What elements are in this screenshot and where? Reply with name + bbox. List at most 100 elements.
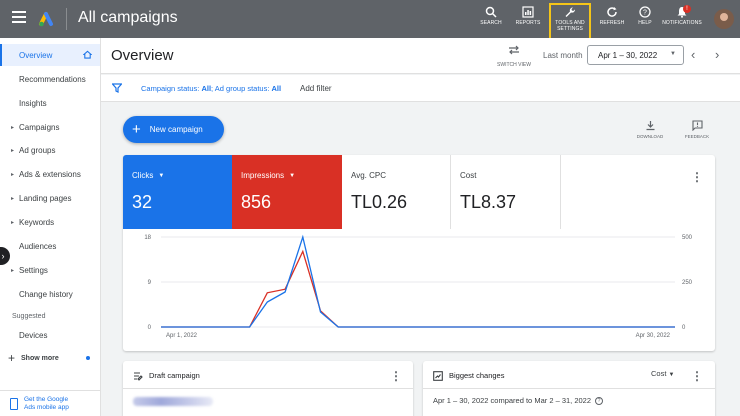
metric-cost[interactable]: Cost TL8.37: [451, 155, 561, 229]
metric-value: TL0.26: [351, 192, 408, 212]
draft-icon: [134, 372, 143, 381]
more-options-icon[interactable]: ⋮: [691, 171, 703, 183]
refresh-button[interactable]: REFRESH: [598, 6, 626, 34]
new-indicator-dot: [86, 356, 90, 360]
show-more-button[interactable]: + Show more: [8, 351, 59, 365]
mobile-app-line1: Get the Google: [24, 395, 69, 403]
page-title: Overview: [111, 47, 174, 64]
y-left-tick-label: 0: [148, 325, 152, 331]
sidebar-item-label: Ad groups: [19, 145, 56, 155]
new-campaign-button[interactable]: + New campaign: [123, 116, 224, 143]
sidebar-item-ads-extensions[interactable]: ▸ Ads & extensions: [0, 163, 100, 185]
comparison-text: Apr 1 – 30, 2022 compared to Mar 2 – 31,…: [433, 396, 604, 405]
dropdown-arrow-icon: ▼: [668, 372, 675, 378]
trend-icon: [433, 371, 443, 381]
tools-and-settings-button[interactable]: TOOLS AND SETTINGS: [551, 6, 589, 34]
mobile-app-label: Get the Google Ads mobile app: [24, 396, 69, 412]
sidebar-item-keywords[interactable]: ▸ Keywords: [0, 211, 100, 233]
campaign-status-value: All: [201, 84, 212, 93]
date-range-value: Apr 1 – 30, 2022: [598, 51, 658, 60]
metric-select[interactable]: Cost ▼: [651, 369, 674, 378]
sidebar-item-change-history[interactable]: Change history: [0, 283, 100, 305]
sidebar-item-label: Ads & extensions: [19, 169, 81, 179]
chevron-left-icon[interactable]: ‹: [691, 47, 695, 62]
metric-label: Cost: [460, 171, 477, 180]
sidebar-item-label: Settings: [19, 265, 48, 275]
search-icon: [485, 6, 497, 18]
switch-view-label: SWITCH VIEW: [497, 62, 531, 68]
metric-value: TL8.37: [460, 192, 517, 212]
metric-clicks[interactable]: Clicks ▼ 32: [123, 155, 232, 229]
filter-icon[interactable]: [112, 83, 122, 93]
metric-impressions[interactable]: Impressions ▼ 856: [232, 155, 342, 229]
sidebar-item-label: Keywords: [19, 217, 55, 227]
comparison-range: Apr 1 – 30, 2022 compared to Mar 2 – 31,…: [433, 396, 592, 405]
sidebar-item-insights[interactable]: Insights: [0, 92, 100, 114]
plus-icon: +: [8, 351, 16, 365]
expand-caret-icon: ▸: [11, 219, 15, 226]
refresh-label: REFRESH: [599, 20, 625, 26]
app-title: All campaigns: [78, 9, 178, 26]
search-button[interactable]: SEARCH: [479, 6, 503, 34]
switch-view-button[interactable]: SWITCH VIEW: [496, 44, 532, 68]
sidebar-item-label: Recommendations: [19, 74, 86, 84]
feedback-label: FEEDBACK: [684, 134, 710, 139]
feedback-button[interactable]: FEEDBACK: [680, 120, 714, 139]
mobile-app-link[interactable]: Get the Google Ads mobile app: [0, 390, 100, 416]
phone-icon: [10, 397, 18, 410]
plus-icon: +: [132, 121, 141, 138]
metric-label: Impressions: [241, 171, 285, 180]
metric-value: 32: [132, 192, 153, 212]
more-options-icon[interactable]: ⋮: [390, 370, 402, 382]
new-campaign-label: New campaign: [149, 125, 203, 134]
reports-icon: [522, 6, 534, 18]
sidebar-item-settings[interactable]: ▸ Settings: [0, 259, 100, 281]
sidebar-item-overview[interactable]: Overview: [0, 44, 100, 66]
x-tick-label: Apr 1, 2022: [166, 333, 198, 339]
sidebar-item-label: Landing pages: [19, 193, 72, 203]
sidebar: Overview Recommendations Insights ▸ Campa…: [0, 38, 101, 416]
reports-label: REPORTS: [515, 20, 541, 26]
sidebar-item-landing-pages[interactable]: ▸ Landing pages: [0, 187, 100, 209]
sidebar-item-recommendations[interactable]: Recommendations: [0, 68, 100, 90]
dropdown-arrow-icon[interactable]: ▼: [158, 173, 164, 179]
y-left-tick-label: 9: [148, 280, 152, 286]
date-range-select[interactable]: Apr 1 – 30, 2022 ▼: [587, 45, 684, 65]
draft-campaign-link[interactable]: [133, 397, 213, 406]
y-right-tick-label: 250: [682, 280, 693, 286]
add-filter-button[interactable]: Add filter: [300, 84, 332, 93]
help-button[interactable]: ? HELP: [634, 6, 656, 34]
suggested-heading: Suggested: [12, 313, 46, 320]
refresh-icon: [607, 7, 617, 17]
page-header: Overview SWITCH VIEW Last month Apr 1 – …: [101, 38, 740, 74]
sidebar-item-label: Insights: [19, 98, 47, 108]
home-icon: [83, 50, 92, 59]
notifications-button[interactable]: NOTIFICATIONS: [662, 6, 702, 34]
help-icon[interactable]: ?: [595, 396, 604, 405]
chevron-right-icon[interactable]: ›: [715, 47, 719, 62]
reports-button[interactable]: REPORTS: [515, 6, 541, 34]
avatar[interactable]: [714, 9, 734, 29]
dropdown-arrow-icon[interactable]: ▼: [289, 173, 295, 179]
menu-icon[interactable]: [12, 11, 26, 25]
metric-label: Clicks: [132, 171, 154, 180]
help-label: HELP: [638, 20, 652, 26]
swap-icon: [509, 45, 519, 55]
sidebar-item-audiences[interactable]: Audiences: [0, 235, 100, 257]
expand-caret-icon: ▸: [11, 147, 15, 154]
download-button[interactable]: DOWNLOAD: [633, 120, 667, 139]
metric-avg-cpc[interactable]: Avg. CPC TL0.26: [342, 155, 451, 229]
tools-label: TOOLS AND SETTINGS: [555, 20, 585, 32]
metric-value: 856: [241, 192, 272, 212]
google-ads-logo[interactable]: [38, 10, 56, 28]
search-label: SEARCH: [480, 20, 502, 26]
sidebar-item-campaigns[interactable]: ▸ Campaigns: [0, 116, 100, 138]
adgroup-status-prefix: ; Ad group status:: [211, 84, 272, 93]
sidebar-item-ad-groups[interactable]: ▸ Ad groups: [0, 139, 100, 161]
expand-caret-icon: ▸: [11, 267, 15, 274]
adgroup-status-value: All: [271, 84, 282, 93]
more-options-icon[interactable]: ⋮: [691, 370, 703, 382]
sidebar-item-devices[interactable]: Devices: [0, 324, 100, 346]
active-filters[interactable]: Campaign status: All; Ad group status: A…: [141, 84, 281, 93]
y-left-tick-label: 18: [144, 235, 151, 241]
